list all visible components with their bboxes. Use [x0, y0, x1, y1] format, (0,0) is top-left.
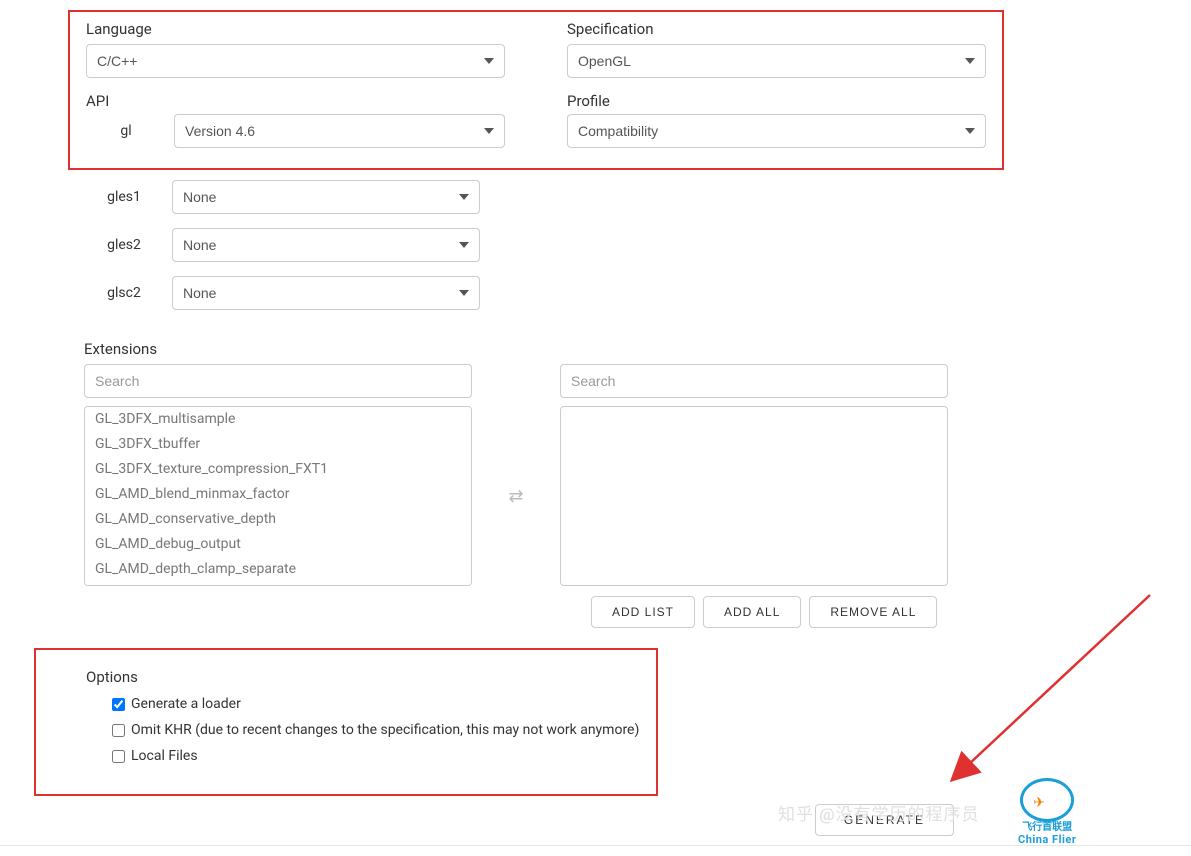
glsc2-select[interactable]: None — [172, 276, 480, 310]
generate-loader-label: Generate a loader — [131, 696, 241, 712]
generate-loader-checkbox[interactable] — [112, 698, 125, 711]
gles1-label: gles1 — [84, 189, 172, 205]
gles2-select[interactable]: None — [172, 228, 480, 262]
extensions-label: Extensions — [84, 340, 954, 358]
generate-button[interactable]: Generate — [815, 804, 954, 836]
profile-label: Profile — [567, 92, 986, 110]
gles2-label: gles2 — [84, 237, 172, 253]
api-label: API — [86, 92, 505, 110]
language-label: Language — [86, 20, 505, 38]
specification-select[interactable]: OpenGL — [567, 44, 986, 78]
extensions-search-left[interactable] — [84, 364, 472, 398]
gl-select[interactable]: Version 4.6 — [174, 114, 505, 148]
gles1-select[interactable]: None — [172, 180, 480, 214]
profile-select[interactable]: Compatibility — [567, 114, 986, 148]
add-list-button[interactable]: Add list — [591, 596, 695, 628]
logo-overlay: ✈ 飞行首联盟 China Flier — [1018, 778, 1076, 846]
options-label: Options — [86, 668, 640, 686]
glsc2-label: glsc2 — [84, 285, 172, 301]
specification-label: Specification — [567, 20, 986, 38]
list-item[interactable]: GL_3DFX_texture_compression_FXT1 — [85, 457, 471, 482]
language-select[interactable]: C/C++ — [86, 44, 505, 78]
local-files-option[interactable]: Local Files — [112, 748, 640, 764]
annotation-arrow — [950, 590, 1160, 790]
remove-all-button[interactable]: Remove all — [809, 596, 937, 628]
gl-label: gl — [86, 123, 174, 139]
generate-loader-option[interactable]: Generate a loader — [112, 696, 640, 712]
extensions-selected-list[interactable] — [560, 406, 948, 586]
extensions-available-list[interactable]: GL_3DFX_multisample GL_3DFX_tbuffer GL_3… — [84, 406, 472, 586]
swap-icon: ⇄ — [508, 486, 523, 507]
list-item[interactable]: GL_AMD_debug_output — [85, 532, 471, 557]
local-files-label: Local Files — [131, 748, 198, 764]
list-item[interactable]: GL_AMD_conservative_depth — [85, 507, 471, 532]
list-item[interactable]: GL_3DFX_multisample — [85, 407, 471, 432]
omit-khr-label: Omit KHR (due to recent changes to the s… — [131, 722, 639, 738]
add-all-button[interactable]: Add all — [703, 596, 801, 628]
local-files-checkbox[interactable] — [112, 750, 125, 763]
list-item[interactable]: GL_3DFX_tbuffer — [85, 432, 471, 457]
list-item[interactable]: GL_AMD_depth_clamp_separate — [85, 557, 471, 582]
omit-khr-checkbox[interactable] — [112, 724, 125, 737]
omit-khr-option[interactable]: Omit KHR (due to recent changes to the s… — [112, 722, 640, 738]
footer-separator — [0, 845, 1191, 846]
list-item[interactable]: GL_AMD_draw_buffers_blend — [85, 582, 471, 586]
extensions-search-right[interactable] — [560, 364, 948, 398]
list-item[interactable]: GL_AMD_blend_minmax_factor — [85, 482, 471, 507]
